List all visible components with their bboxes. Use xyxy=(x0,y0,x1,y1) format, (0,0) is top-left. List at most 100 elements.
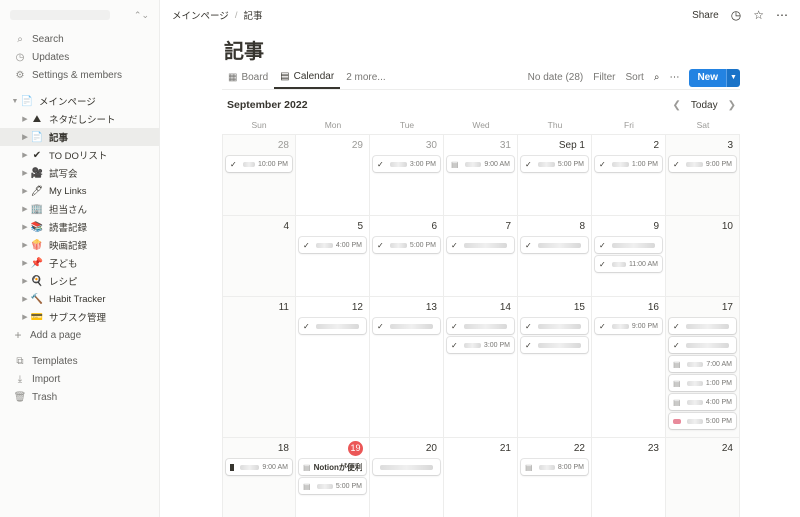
sidebar-page-item[interactable]: ▶ ⛰ ネタだしシート xyxy=(0,110,159,128)
more-horizontal-icon[interactable]: ⋯ xyxy=(776,8,788,22)
calendar-day[interactable]: 6 ✓「5:00 PM xyxy=(370,216,444,296)
triangle-down-icon[interactable]: ▼ xyxy=(10,98,20,105)
calendar-day[interactable]: 2 ✓「1:00 PM xyxy=(592,135,666,215)
event-card[interactable]: ▤ 7:00 AM xyxy=(669,356,736,372)
event-card[interactable]: ✓ 10:00 PM xyxy=(226,156,292,172)
event-card[interactable]: ✓ 3:00 PM xyxy=(373,156,440,172)
event-card[interactable]: ✓ 11:00 AM xyxy=(595,256,662,272)
event-card[interactable]: ✓ xyxy=(669,318,736,334)
calendar-day[interactable]: 13 ✓ xyxy=(370,297,444,437)
event-card[interactable]: ✓「1:00 PM xyxy=(595,156,662,172)
workspace-switcher[interactable]: ⌃⌄ xyxy=(0,0,159,30)
sidebar-page-item[interactable]: ▶ 🔨 Habit Tracker xyxy=(0,290,159,308)
triangle-right-icon[interactable]: ▶ xyxy=(20,169,30,177)
event-card[interactable]: ✓ xyxy=(521,337,588,353)
breadcrumb-current[interactable]: 記事 xyxy=(243,8,262,22)
event-card[interactable]: ▤【9:00 AM xyxy=(447,156,514,172)
triangle-right-icon[interactable]: ▶ xyxy=(20,277,30,285)
event-card[interactable]: ▤ 4:00 PM xyxy=(669,394,736,410)
event-card[interactable]: ✓ 9:00 PM xyxy=(669,156,736,172)
sidebar-page-root[interactable]: ▼ 📄 メインページ xyxy=(0,92,159,110)
calendar-day[interactable]: 23 xyxy=(592,438,666,517)
calendar-day[interactable]: 22 ▤ 8:00 PM xyxy=(518,438,592,517)
event-card[interactable]: ▤ 5:00 PM xyxy=(299,478,366,494)
triangle-right-icon[interactable]: ▶ xyxy=(20,259,30,267)
calendar-day[interactable]: 5 ✓L4:00 PM xyxy=(296,216,370,296)
filter-button[interactable]: Filter xyxy=(593,72,615,83)
sidebar-page-item[interactable]: ▶ 🎥 試写会 xyxy=(0,164,159,182)
calendar-day[interactable]: 31 ▤【9:00 AM xyxy=(444,135,518,215)
page-title[interactable]: 記事 xyxy=(224,35,264,64)
calendar-day[interactable]: 29 xyxy=(296,135,370,215)
search-icon[interactable]: ⌕ xyxy=(654,72,660,83)
event-card[interactable]: ✓ 5:00 PM xyxy=(521,156,588,172)
sidebar-item-trash[interactable]: 🗑 Trash xyxy=(0,388,159,406)
sidebar-page-item[interactable]: ▶ 🖊 My Links xyxy=(0,182,159,200)
event-card[interactable]: ✓ xyxy=(595,237,662,253)
event-card[interactable]: ✓ xyxy=(447,318,514,334)
sidebar-item-settings[interactable]: ⚙ Settings & members xyxy=(0,66,159,84)
triangle-right-icon[interactable]: ▶ xyxy=(20,313,30,321)
triangle-right-icon[interactable]: ▶ xyxy=(20,151,30,159)
calendar-day[interactable]: Sep 1 ✓ 5:00 PM xyxy=(518,135,592,215)
sidebar-page-item[interactable]: ▶ 🍳 レシピ xyxy=(0,272,159,290)
event-card[interactable]: ✓ xyxy=(373,318,440,334)
sort-button[interactable]: Sort xyxy=(625,72,643,83)
no-date-button[interactable]: No date (28) xyxy=(528,72,584,83)
calendar-day[interactable]: 7 ✓ xyxy=(444,216,518,296)
event-card[interactable]: ▤ 8:00 PM xyxy=(521,459,588,475)
more-views-button[interactable]: 2 more... xyxy=(340,66,391,89)
sidebar-item-templates[interactable]: ⧉ Templates xyxy=(0,352,159,370)
event-card[interactable]: ✓【3:00 PM xyxy=(447,337,514,353)
clock-icon[interactable]: ◷ xyxy=(731,8,741,22)
calendar-day[interactable]: 20 xyxy=(370,438,444,517)
event-card[interactable]: ▤ 1:00 PM xyxy=(669,375,736,391)
event-card[interactable]: ✓ xyxy=(447,237,514,253)
sidebar-page-item[interactable]: ▶ 🏢 担当さん xyxy=(0,200,159,218)
sidebar-item-search[interactable]: ⌕ Search xyxy=(0,30,159,48)
event-card[interactable]: ✓ xyxy=(521,237,588,253)
sidebar-page-item[interactable]: ▶ 📚 読書記録 xyxy=(0,218,159,236)
calendar-day[interactable]: 9 ✓ ✓ 11:00 AM xyxy=(592,216,666,296)
triangle-right-icon[interactable]: ▶ xyxy=(20,115,30,123)
event-card[interactable]: ✓L4:00 PM xyxy=(299,237,366,253)
calendar-day[interactable]: 4 xyxy=(222,216,296,296)
event-card[interactable]: ✓「 xyxy=(521,318,588,334)
today-button[interactable]: Today xyxy=(691,100,718,111)
triangle-right-icon[interactable]: ▶ xyxy=(20,205,30,213)
triangle-right-icon[interactable]: ▶ xyxy=(20,223,30,231)
calendar-day[interactable]: 15✓「✓ xyxy=(518,297,592,437)
triangle-right-icon[interactable]: ▶ xyxy=(20,187,30,195)
calendar-day[interactable]: 24 xyxy=(666,438,740,517)
event-card[interactable]: ✓「 xyxy=(299,318,366,334)
sidebar-page-item[interactable]: ▶ 🍿 映画記録 xyxy=(0,236,159,254)
triangle-right-icon[interactable]: ▶ xyxy=(20,241,30,249)
event-card[interactable]: ✓「5:00 PM xyxy=(373,237,440,253)
event-card[interactable]: 5:00 PM xyxy=(669,413,736,429)
event-card[interactable] xyxy=(373,459,440,475)
chevron-right-icon[interactable]: ❯ xyxy=(728,100,736,111)
more-horizontal-icon[interactable]: ⋯ xyxy=(669,72,679,83)
calendar-day[interactable]: 19 ▤ Notionが便利 ▤ 5:00 PM xyxy=(296,438,370,517)
event-card[interactable]: ▤ Notionが便利 xyxy=(299,459,366,475)
calendar-day[interactable]: 28 ✓ 10:00 PM xyxy=(222,135,296,215)
calendar-day[interactable]: 21 xyxy=(444,438,518,517)
chevron-left-icon[interactable]: ❮ xyxy=(673,100,681,111)
chevron-down-icon[interactable]: ▼ xyxy=(726,68,740,87)
calendar-day[interactable]: 3 ✓ 9:00 PM xyxy=(666,135,740,215)
event-card[interactable]: ✓ xyxy=(669,337,736,353)
calendar-day[interactable]: 12 ✓「 xyxy=(296,297,370,437)
event-card[interactable]: ✓【9:00 PM xyxy=(595,318,662,334)
sidebar-item-updates[interactable]: ◷ Updates xyxy=(0,48,159,66)
calendar-day[interactable]: 17 ✓ ✓ ▤ 7:00 AM ▤ 1:00 PM ▤ 4:00 PM 5:00 PM xyxy=(666,297,740,437)
tab-board[interactable]: ▦ Board xyxy=(222,66,274,89)
add-page-button[interactable]: + Add a page xyxy=(0,326,159,344)
sidebar-page-item[interactable]: ▶ 📄 記事 xyxy=(0,128,159,146)
sidebar-page-item[interactable]: ▶ ✔ TO DOリスト xyxy=(0,146,159,164)
calendar-day[interactable]: 16 ✓【9:00 PM xyxy=(592,297,666,437)
share-button[interactable]: Share xyxy=(692,10,719,21)
calendar-day[interactable]: 10 xyxy=(666,216,740,296)
sidebar-page-item[interactable]: ▶ 💳 サブスク管理 xyxy=(0,308,159,326)
event-card[interactable]: 9:00 AM xyxy=(226,459,292,475)
calendar-day[interactable]: 14✓✓【3:00 PM xyxy=(444,297,518,437)
